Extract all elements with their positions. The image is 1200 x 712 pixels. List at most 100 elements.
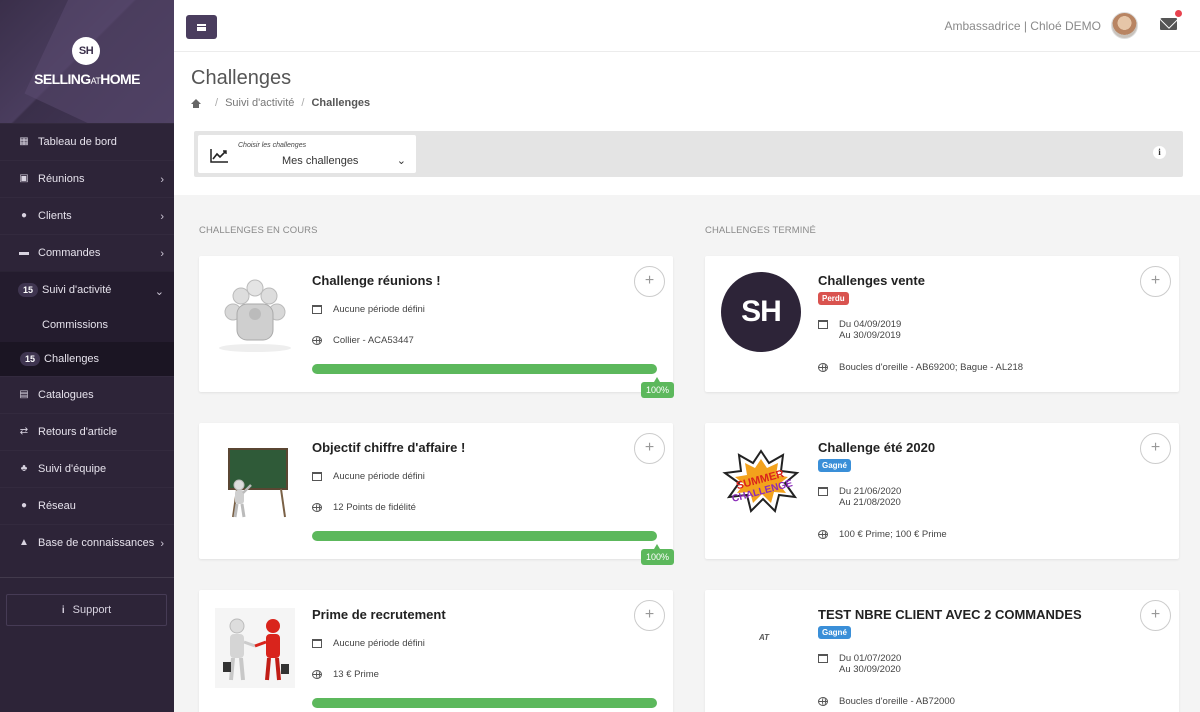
period-text: Aucune période défini — [333, 471, 425, 482]
sidebar-item-label: Retours d'article — [38, 426, 118, 438]
expand-button[interactable]: + — [634, 600, 665, 631]
challenge-card[interactable]: Objectif chiffre d'affaire ! Aucune péri… — [199, 423, 674, 565]
period-text: Du 04/09/2019 Au 30/09/2019 — [839, 319, 901, 341]
reward-text: 12 Points de fidélité — [333, 502, 416, 513]
sidebar-item-orders[interactable]: ▬ Commandes › — [0, 234, 174, 271]
date-to: Au 30/09/2019 — [839, 330, 901, 341]
period-text: Du 21/06/2020 Au 21/08/2020 — [839, 486, 901, 508]
progress-bar — [312, 364, 657, 374]
card-icon: ▬ — [19, 247, 29, 258]
challenge-title: Prime de recrutement — [312, 607, 446, 622]
expand-button[interactable]: + — [1140, 266, 1171, 297]
breadcrumb-parent[interactable]: Suivi d'activité — [225, 97, 294, 109]
notification-dot — [1175, 10, 1182, 17]
sidebar-subitem-commissions[interactable]: Commissions — [0, 308, 174, 342]
date-to: Au 30/09/2020 — [839, 664, 901, 675]
date-from: Du 04/09/2019 — [839, 319, 902, 330]
challenge-card[interactable]: SH Challenges vente Perdu Du 04/09/2019 A… — [705, 256, 1179, 392]
line-chart-icon — [210, 149, 228, 163]
challenge-title: Challenge été 2020 — [818, 440, 936, 455]
finished-column-title: CHALLENGES TERMINÉ — [705, 225, 816, 236]
sidebar-item-dashboard[interactable]: ▦ Tableau de bord — [0, 123, 174, 160]
progress-bar — [312, 698, 657, 708]
sidebar-item-label: Commissions — [42, 319, 109, 331]
logo-part: AT — [90, 76, 101, 86]
sidebar-item-knowledge[interactable]: ▲ Base de connaissances › — [0, 524, 174, 561]
challenge-title: Challenge réunions ! — [312, 273, 441, 288]
reward-text: Collier - ACA53447 — [333, 335, 414, 346]
challenge-card[interactable]: AT TEST NBRE CLIENT AVEC 2 COMMANDES Gag… — [705, 590, 1179, 712]
challenge-title: TEST NBRE CLIENT AVEC 2 COMMANDES — [818, 607, 1082, 622]
sidebar-item-label: Réunions — [38, 173, 85, 185]
sidebar-item-label: Tableau de bord — [38, 136, 117, 148]
expand-button[interactable]: + — [634, 433, 665, 464]
avatar[interactable] — [1111, 12, 1138, 39]
filter-bar: Choisir les challenges Mes challenges ⌄ … — [194, 131, 1183, 177]
user-label[interactable]: Ambassadrice | Chloé DEMO — [944, 19, 1101, 33]
sidebar-item-clients[interactable]: ● Clients › — [0, 197, 174, 234]
challenge-reward: Boucles d'oreille - AB72000 — [818, 696, 955, 707]
calendar-icon — [818, 487, 828, 496]
chevron-down-icon: ⌄ — [154, 286, 164, 298]
brand-logo-icon[interactable]: SH — [72, 37, 100, 65]
breadcrumb-separator: / — [301, 97, 305, 109]
activity-count-badge: 15 — [18, 283, 39, 297]
info-icon[interactable]: i — [1153, 146, 1166, 159]
challenge-card[interactable]: Prime de recrutement Aucune période défi… — [199, 590, 673, 712]
sidebar-item-label: Challenges — [44, 353, 100, 365]
logo-part: SELLING — [34, 71, 91, 87]
challenge-card[interactable]: SUMMER CHALLENGE Challenge été 2020 Gagn… — [705, 423, 1179, 559]
sidebar-nav: ▦ Tableau de bord ▣ Réunions › ● Clients… — [0, 123, 174, 561]
sitemap-icon: ♣ — [20, 463, 28, 474]
reward-text: Boucles d'oreille - AB72000 — [839, 696, 955, 707]
globe-icon — [312, 336, 322, 345]
brand-logo-text[interactable]: SELLINGATHOME — [0, 71, 174, 87]
challenge-period: Du 21/06/2020 Au 21/08/2020 — [818, 486, 901, 508]
challenge-period: Aucune période défini — [312, 304, 425, 315]
sidebar-item-label: Commandes — [38, 247, 101, 259]
expand-button[interactable]: + — [634, 266, 665, 297]
breadcrumb-separator: / — [215, 97, 219, 109]
period-text: Du 01/07/2020 Au 30/09/2020 — [839, 653, 901, 675]
period-text: Aucune période défini — [333, 304, 425, 315]
chalkboard-image — [228, 448, 288, 518]
at-logo: AT — [759, 633, 770, 642]
breadcrumb-current: Challenges — [311, 97, 371, 109]
sidebar-divider — [0, 577, 174, 578]
support-button[interactable]: i Support — [6, 594, 167, 626]
status-badge: Perdu — [818, 292, 849, 305]
challenge-period: Aucune période défini — [312, 471, 425, 482]
calendar-icon — [818, 654, 828, 663]
challenge-filter-select[interactable]: Choisir les challenges Mes challenges ⌄ — [198, 135, 416, 173]
challenge-title: Objectif chiffre d'affaire ! — [312, 440, 466, 455]
decorative-shape — [24, 0, 174, 123]
sidebar-item-returns[interactable]: ⇄ Retours d'article — [0, 413, 174, 450]
calendar-icon — [312, 472, 322, 481]
expand-button[interactable]: + — [1140, 600, 1171, 631]
summer-challenge-image: SUMMER CHALLENGE — [722, 449, 800, 513]
handshake-image — [215, 608, 295, 688]
sidebar-subitem-challenges[interactable]: 15 Challenges — [0, 342, 174, 376]
sidebar-item-label: Clients — [38, 210, 72, 222]
sidebar-item-label: Base de connaissances — [38, 537, 155, 549]
mail-icon[interactable] — [1160, 18, 1177, 30]
expand-button[interactable]: + — [1140, 433, 1171, 464]
topbar: Ambassadrice | Chloé DEMO — [174, 0, 1200, 52]
home-icon[interactable] — [191, 98, 201, 108]
sidebar-item-network[interactable]: ● Réseau — [0, 487, 174, 524]
challenge-card[interactable]: Challenge réunions ! Aucune période défi… — [199, 256, 674, 398]
chevron-right-icon: › — [160, 538, 164, 550]
sellingathome-logo: SH — [721, 272, 801, 352]
calendar-icon — [818, 320, 828, 329]
catalog-icon: ▤ — [19, 389, 29, 400]
sidebar-item-team[interactable]: ♣ Suivi d'équipe — [0, 450, 174, 487]
sidebar-item-meetings[interactable]: ▣ Réunions › — [0, 160, 174, 197]
sidebar-item-activity[interactable]: 15 Suivi d'activité ⌄ — [0, 271, 174, 308]
date-from: Du 21/06/2020 — [839, 486, 902, 497]
sidebar-item-catalogs[interactable]: ▤ Catalogues — [0, 376, 174, 413]
menu-toggle-button[interactable] — [186, 15, 217, 39]
page-header: Challenges / Suivi d'activité / Challeng… — [174, 52, 1200, 195]
ongoing-column-title: CHALLENGES EN COURS — [199, 225, 318, 236]
status-badge: Gagné — [818, 626, 851, 639]
users-icon: ● — [20, 210, 28, 221]
